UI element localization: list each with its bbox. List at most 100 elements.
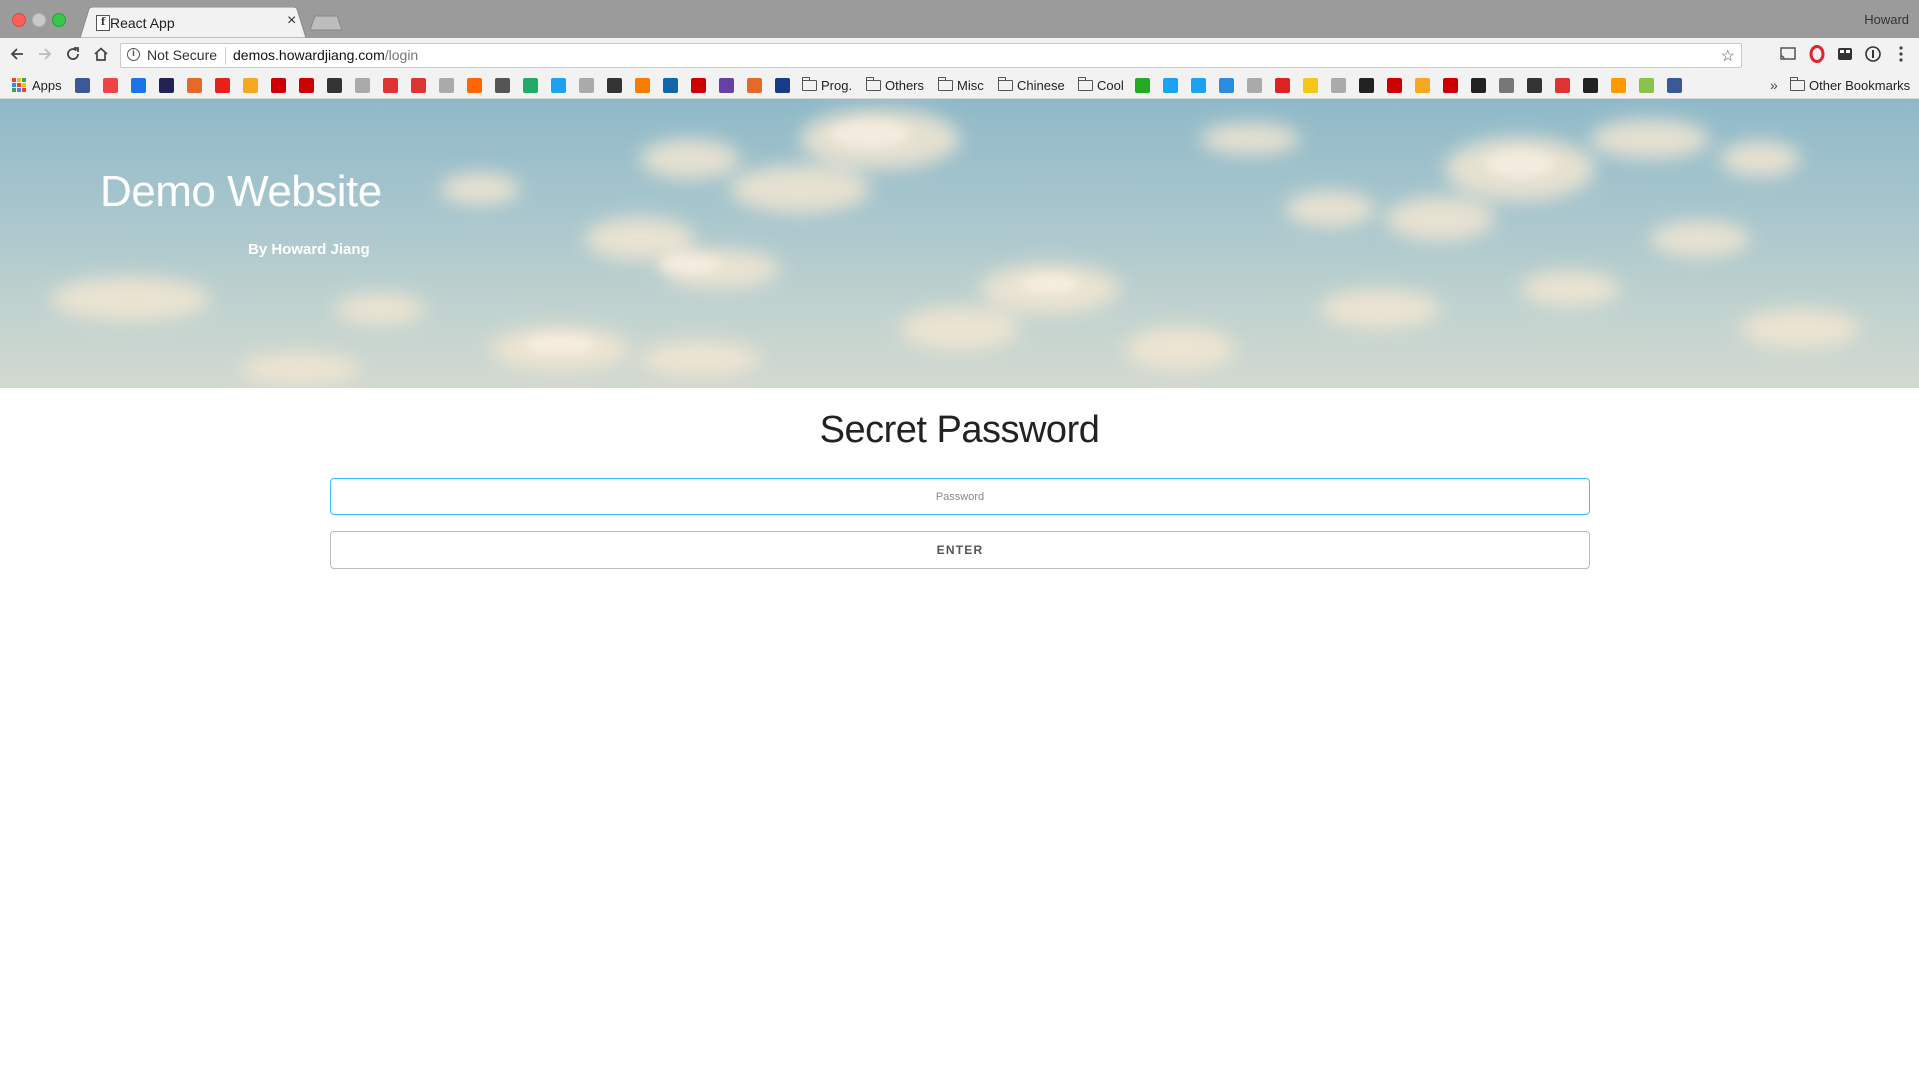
password-input[interactable] (330, 478, 1590, 515)
bookmark-site[interactable] (1667, 77, 1682, 93)
bookmark-folder-chinese[interactable]: Chinese (998, 76, 1065, 93)
bookmark-folder-cool[interactable]: Cool (1078, 76, 1124, 93)
bookmark-folder-prog[interactable]: Prog. (802, 76, 852, 93)
bookmark-site[interactable] (635, 77, 650, 93)
bookmark-site[interactable] (523, 77, 538, 93)
bookmark-favicon-icon (1583, 77, 1598, 93)
bookmark-site[interactable] (383, 77, 398, 93)
page-title: Secret Password (819, 409, 1100, 451)
opera-extension-icon[interactable] (1808, 45, 1826, 63)
bookmark-favicon-icon (523, 77, 538, 93)
bookmark-favicon-icon (1387, 77, 1402, 93)
bookmark-favicon-icon (1191, 77, 1206, 93)
bookmark-favicon-icon (411, 77, 426, 93)
bookmark-site[interactable] (1219, 77, 1234, 93)
bookmark-site[interactable] (1275, 77, 1290, 93)
bookmark-site[interactable] (131, 77, 146, 93)
not-secure-label[interactable]: Not Secure (147, 47, 217, 63)
bookmark-site[interactable] (271, 77, 286, 93)
bookmark-site[interactable] (1303, 77, 1318, 93)
new-tab-button[interactable] (310, 15, 346, 31)
maximize-window-button[interactable] (52, 13, 66, 27)
bookmark-site[interactable] (663, 77, 678, 93)
folder-icon (866, 76, 881, 91)
bookmark-site[interactable] (327, 77, 342, 93)
bookmark-site[interactable] (691, 77, 706, 93)
menu-kebab-icon[interactable] (1892, 45, 1910, 63)
bookmark-site[interactable] (1415, 77, 1430, 93)
bookmark-site[interactable] (1611, 77, 1626, 93)
bookmark-site[interactable] (747, 77, 762, 93)
bookmark-site[interactable] (579, 77, 594, 93)
forward-button[interactable] (33, 42, 57, 66)
minimize-window-button[interactable] (32, 13, 46, 27)
bookmark-folder-others[interactable]: Others (866, 76, 924, 93)
bookmark-favicon-icon (187, 77, 202, 93)
url-text[interactable]: demos.howardjiang.com/login (233, 47, 418, 63)
bookmark-site[interactable] (243, 77, 258, 93)
bookmark-site[interactable] (411, 77, 426, 93)
bookmark-site[interactable] (355, 77, 370, 93)
bookmark-favicon-icon (103, 77, 118, 93)
tab-close-icon[interactable]: × (287, 12, 296, 30)
bookmark-site[interactable] (1499, 77, 1514, 93)
bookmark-site[interactable] (551, 77, 566, 93)
bookmark-site[interactable] (159, 77, 174, 93)
home-button[interactable] (89, 42, 113, 66)
bookmark-favicon-icon (747, 77, 762, 93)
bookmark-site[interactable] (1555, 77, 1570, 93)
site-title: Demo Website (100, 167, 382, 216)
reload-button[interactable] (61, 42, 85, 66)
reload-icon (67, 47, 79, 60)
back-button[interactable] (5, 42, 29, 66)
close-window-button[interactable] (12, 13, 26, 27)
bookmark-site[interactable] (215, 77, 230, 93)
password-extension-icon[interactable] (1864, 45, 1882, 63)
forward-arrow-icon (39, 48, 52, 60)
bookmark-site[interactable] (75, 77, 90, 93)
bookmark-site[interactable] (103, 77, 118, 93)
bookmark-site[interactable] (1191, 77, 1206, 93)
cast-icon[interactable] (1779, 45, 1797, 63)
bookmark-site[interactable] (495, 77, 510, 93)
bookmark-favicon-icon (635, 77, 650, 93)
back-arrow-icon (10, 48, 23, 60)
enter-button[interactable]: ENTER (330, 531, 1590, 569)
bookmark-site[interactable] (719, 77, 734, 93)
bookmark-site[interactable] (607, 77, 622, 93)
bookmark-star-icon[interactable]: ☆ (1721, 46, 1735, 66)
bookmark-favicon-icon (719, 77, 734, 93)
bookmark-favicon-icon (1667, 77, 1682, 93)
bookmarks-overflow-chevron-icon[interactable]: » (1770, 77, 1778, 93)
bookmark-site[interactable] (1471, 77, 1486, 93)
bookmark-site[interactable] (1387, 77, 1402, 93)
bookmark-site[interactable] (467, 77, 482, 93)
url-separator (225, 47, 226, 64)
apps-grid-icon (12, 78, 26, 92)
browser-tab-active[interactable]: f React App × (80, 7, 306, 38)
site-info-icon[interactable]: i (127, 48, 140, 61)
bookmark-site[interactable] (1163, 77, 1178, 93)
profile-name[interactable]: Howard (1864, 12, 1909, 27)
bookmark-apps[interactable]: Apps (12, 77, 62, 93)
tab-favicon-icon: f (96, 15, 110, 31)
bookmark-site[interactable] (1359, 77, 1374, 93)
bookmark-site[interactable] (1583, 77, 1598, 93)
bookmark-site[interactable] (1639, 77, 1654, 93)
bookmark-site[interactable] (1135, 77, 1150, 93)
bookmark-folder-other-bookmarks[interactable]: Other Bookmarks (1790, 76, 1910, 93)
bookmark-site[interactable] (299, 77, 314, 93)
extension-icon[interactable] (1836, 45, 1854, 63)
bookmark-site[interactable] (1527, 77, 1542, 93)
bookmark-site[interactable] (187, 77, 202, 93)
bookmark-site[interactable] (1443, 77, 1458, 93)
bookmark-site[interactable] (1247, 77, 1262, 93)
bookmark-favicon-icon (663, 77, 678, 93)
bookmark-site[interactable] (775, 77, 790, 93)
bookmark-site[interactable] (1331, 77, 1346, 93)
address-bar[interactable]: i Not Secure demos.howardjiang.com/login… (120, 43, 1742, 68)
bookmark-favicon-icon (1303, 77, 1318, 93)
url-host: demos.howardjiang.com (233, 47, 385, 63)
bookmark-folder-misc[interactable]: Misc (938, 76, 984, 93)
bookmark-site[interactable] (439, 77, 454, 93)
